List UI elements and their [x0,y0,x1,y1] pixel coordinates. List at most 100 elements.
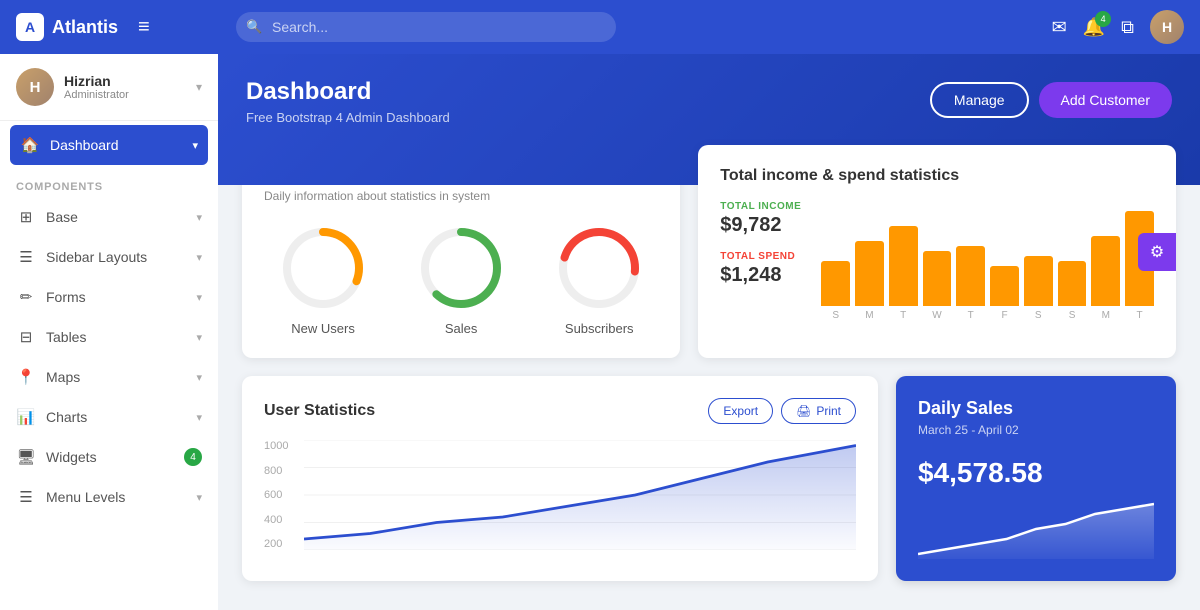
y-label-200: 200 [264,538,288,550]
daily-sales-svg [918,499,1154,559]
add-customer-button[interactable]: Add Customer [1039,82,1172,118]
maps-icon: 📍 [16,368,36,386]
sidebar-item-sidebar-layouts[interactable]: ☰ Sidebar Layouts ▾ [0,237,218,277]
bar-column: W [923,251,952,321]
subscribers-ring: 12 [554,223,644,313]
tables-label: Tables [46,329,186,345]
sidebar-user-info: Hizrian Administrator [64,73,129,101]
bar [889,226,918,306]
printer-icon: 🖨 [796,404,811,418]
sidebar-user-role: Administrator [64,89,129,101]
sidebar-layouts-icon: ☰ [16,248,36,266]
avatar[interactable]: H [1150,10,1184,44]
user-stats-title: User Statistics [264,402,708,420]
bar-column: S [821,261,850,321]
sidebar-item-base[interactable]: ⊞ Base ▾ [0,197,218,237]
bar-x-label: M [1102,310,1110,321]
daily-sales-card: Daily Sales March 25 - April 02 $4,578.5… [896,376,1176,581]
new-users-ring: 5 [278,223,368,313]
forms-arrow-icon: ▾ [196,291,202,304]
search-area [236,12,616,42]
sidebar-user-name: Hizrian [64,73,129,89]
hamburger-icon[interactable]: ≡ [138,16,150,39]
topnav-right: ✉ 🔔 4 ⧉ H [1052,10,1184,44]
base-arrow-icon: ▾ [196,211,202,224]
new-users-label: New Users [291,321,355,336]
layers-icon[interactable]: ⧉ [1121,17,1134,38]
total-income-value: $9,782 [720,214,801,237]
bar-column: M [1091,236,1120,321]
total-income-label: TOTAL INCOME [720,201,801,212]
maps-arrow-icon: ▾ [196,371,202,384]
sidebar-item-maps[interactable]: 📍 Maps ▾ [0,357,218,397]
email-icon[interactable]: ✉ [1052,17,1067,38]
manage-button[interactable]: Manage [930,82,1029,118]
search-input[interactable] [236,12,616,42]
y-axis-labels: 1000 800 600 400 200 [264,440,288,550]
sales-circle: 36 Sales [416,223,506,336]
total-spend-label: TOTAL SPEND [720,251,801,262]
forms-icon: ✏ [16,288,36,306]
overall-stats-subtitle: Daily information about statistics in sy… [264,189,658,203]
maps-label: Maps [46,369,186,385]
income-card: Total income & spend statistics TOTAL IN… [698,145,1176,358]
y-label-800: 800 [264,465,288,477]
brand-name: Atlantis [52,17,118,38]
sidebar-item-label: Dashboard [50,137,182,153]
bottom-row: User Statistics Export 🖨 Print 1000 800 … [242,376,1176,581]
brand: A Atlantis ≡ [16,13,216,41]
widgets-badge: 4 [184,448,202,466]
print-button[interactable]: 🖨 Print [781,398,856,424]
bar [855,241,884,306]
sales-ring: 36 [416,223,506,313]
sidebar-nav: 🏠 Dashboard ▾ COMPONENTS ⊞ Base ▾ ☰ Side… [0,121,218,610]
bar [990,266,1019,306]
bar [923,251,952,306]
bar [956,246,985,306]
dashboard-icon: 🏠 [20,136,40,154]
tables-arrow-icon: ▾ [196,331,202,344]
y-label-1000: 1000 [264,440,288,452]
bar-x-label: W [932,310,941,321]
chart-fill [304,446,856,551]
user-stats-card: User Statistics Export 🖨 Print 1000 800 … [242,376,878,581]
forms-label: Forms [46,289,186,305]
user-arrow-icon: ▾ [196,80,202,94]
notification-icon[interactable]: 🔔 4 [1083,17,1105,38]
line-chart-svg [304,440,856,550]
menu-levels-arrow-icon: ▾ [196,491,202,504]
bar-column: M [855,241,884,321]
sidebar-layouts-label: Sidebar Layouts [46,249,186,265]
sidebar-item-dashboard[interactable]: 🏠 Dashboard ▾ [10,125,208,165]
sidebar-item-widgets[interactable]: 🖥 Widgets 4 [0,437,218,477]
bar-x-label: F [1001,310,1007,321]
export-button[interactable]: Export [708,398,773,424]
sidebar-item-tables[interactable]: ⊟ Tables ▾ [0,317,218,357]
sidebar-item-menu-levels[interactable]: ☰ Menu Levels ▾ [0,477,218,517]
bar-x-label: S [1069,310,1076,321]
brand-icon-letter: A [25,19,35,35]
sidebar-user-avatar: H [16,68,54,106]
subscribers-label: Subscribers [565,321,634,336]
sidebar-item-charts[interactable]: 📊 Charts ▾ [0,397,218,437]
user-stats-header: User Statistics Export 🖨 Print [264,398,856,424]
charts-label: Charts [46,409,186,425]
daily-sales-amount: $4,578.58 [918,457,1154,489]
bar-column: S [1024,256,1053,321]
sidebar-layouts-arrow-icon: ▾ [196,251,202,264]
daily-sales-chart [918,499,1154,559]
user-stats-chart: 1000 800 600 400 200 [264,440,856,550]
topnav: A Atlantis ≡ ✉ 🔔 4 ⧉ H [0,0,1200,54]
sidebar-item-forms[interactable]: ✏ Forms ▾ [0,277,218,317]
base-icon: ⊞ [16,208,36,226]
income-content: TOTAL INCOME $9,782 TOTAL SPEND $1,248 S… [720,201,1154,321]
bar-x-label: M [865,310,873,321]
bar-chart: SMTWTFSSMT [821,201,1154,321]
total-spend-value: $1,248 [720,264,801,287]
search-wrap [236,12,616,42]
charts-arrow-icon: ▾ [196,411,202,424]
bar-x-label: S [832,310,839,321]
bar [821,261,850,306]
bar-x-label: S [1035,310,1042,321]
settings-fab[interactable]: ⚙ [1138,233,1176,271]
